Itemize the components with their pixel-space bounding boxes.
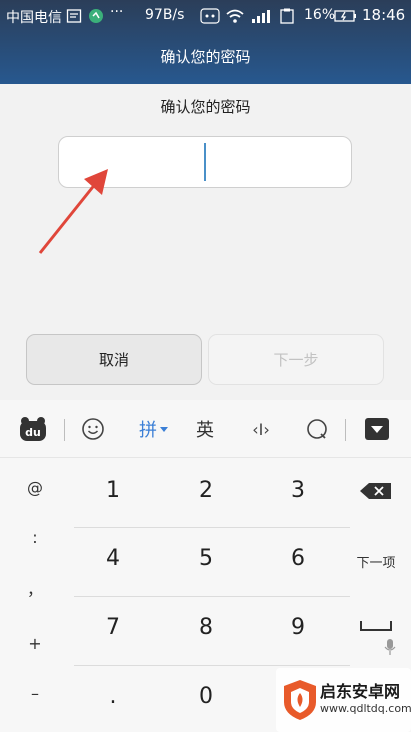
emoji-icon[interactable] — [78, 400, 108, 458]
digit-key-6[interactable]: 6 — [252, 546, 344, 571]
symbol-key-colon[interactable]: : — [14, 528, 56, 547]
english-label: 英 — [196, 420, 214, 441]
clipboard-icon — [280, 8, 294, 24]
symbol-key-comma[interactable]: ， — [14, 576, 56, 600]
page-title: 确认您的密码 — [160, 48, 251, 66]
watermark-name: 启东安卓网 — [320, 682, 401, 701]
backspace-icon[interactable] — [348, 482, 404, 504]
toolbar-divider — [64, 419, 65, 441]
symbol-key-plus[interactable]: + — [14, 634, 56, 653]
microphone-icon[interactable] — [380, 638, 400, 660]
digit-key-1[interactable]: 1 — [67, 478, 159, 503]
row-divider — [74, 527, 350, 528]
ime-logo-text: du — [25, 426, 41, 439]
symbol-key-minus[interactable]: – — [14, 684, 56, 703]
cursor-move-icon: ‹I› — [252, 419, 270, 439]
next-item-key[interactable]: 下一项 — [348, 552, 404, 571]
toolbar-divider — [345, 419, 346, 441]
row-divider — [74, 596, 350, 597]
text-cursor — [204, 143, 206, 181]
hide-keyboard-icon[interactable] — [362, 400, 392, 458]
watermark-url: www.qdltdq.com — [320, 702, 411, 715]
digit-key-5[interactable]: 5 — [160, 546, 252, 571]
next-step-button[interactable]: 下一步 — [208, 334, 384, 385]
baidu-ime-logo-icon[interactable]: du — [18, 400, 48, 458]
status-bar: 中国电信 ··· 97B/s 16% 18:46 — [0, 0, 411, 32]
digit-key-9[interactable]: 9 — [252, 615, 344, 640]
english-mode-button[interactable]: 英 — [190, 400, 220, 458]
digit-key-8[interactable]: 8 — [160, 615, 252, 640]
dropdown-icon — [160, 427, 168, 432]
digit-key-4[interactable]: 4 — [67, 546, 159, 571]
digit-key-3[interactable]: 3 — [252, 478, 344, 503]
du-app-icon — [200, 8, 220, 24]
cursor-move-button[interactable]: ‹I› — [244, 400, 278, 458]
digit-key-2[interactable]: 2 — [160, 478, 252, 503]
app-notification-icon — [89, 9, 103, 23]
sim-icon — [66, 9, 82, 23]
digit-key-7[interactable]: 7 — [67, 615, 159, 640]
pinyin-label: 拼 — [139, 420, 157, 441]
battery-charging-icon — [334, 10, 356, 22]
pinyin-mode-button[interactable]: 拼 — [134, 400, 174, 458]
clock: 18:46 — [362, 6, 406, 24]
digit-key-0[interactable]: 0 — [160, 684, 252, 709]
dot-key[interactable]: . — [67, 684, 159, 709]
network-speed: 97B/s — [145, 7, 185, 23]
watermark-shield-icon — [284, 680, 316, 720]
search-icon[interactable] — [302, 400, 332, 458]
annotation-arrow-icon — [38, 169, 108, 254]
space-key-icon[interactable] — [348, 618, 404, 638]
battery-percent: 16% — [304, 7, 336, 23]
signal-icon — [252, 10, 270, 23]
wifi-icon — [226, 9, 244, 23]
watermark-logo: 启东安卓网 www.qdltdq.com — [276, 668, 411, 732]
top-bar: 中国电信 ··· 97B/s 16% 18:46 确认您的密码 — [0, 0, 411, 84]
carrier-label: 中国电信 — [6, 10, 62, 26]
row-divider — [74, 665, 350, 666]
symbol-key-at[interactable]: @ — [14, 478, 56, 497]
ime-toolbar: du 拼 英 ‹I› — [0, 400, 411, 458]
cancel-button[interactable]: 取消 — [26, 334, 202, 385]
more-notifications: ··· — [110, 4, 124, 20]
password-prompt: 确认您的密码 — [160, 98, 251, 116]
